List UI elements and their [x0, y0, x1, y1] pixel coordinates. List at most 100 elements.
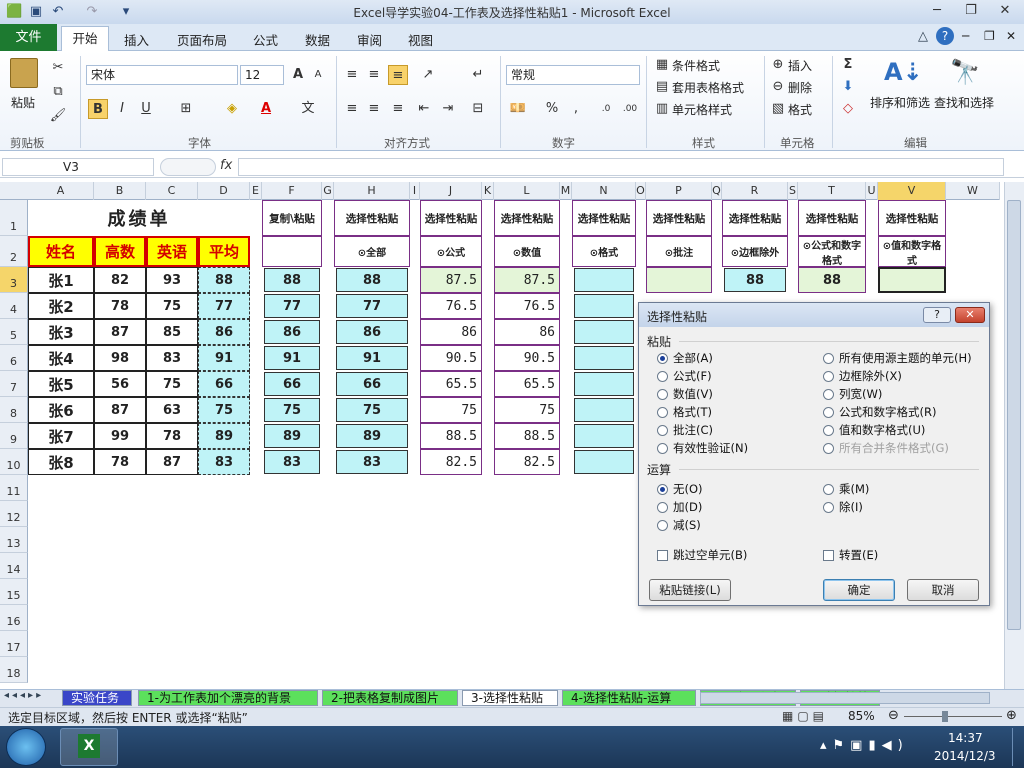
row-header-5[interactable]: 5 [0, 319, 28, 345]
cancel-button[interactable]: 取消 [907, 579, 979, 601]
decrease-decimal-icon[interactable]: .00 [620, 99, 640, 119]
sheet-nav-arrows-icon[interactable]: ◂◂◂▸▸ [4, 690, 44, 701]
increase-decimal-icon[interactable]: .0 [596, 99, 616, 119]
row-header-14[interactable]: 14 [0, 553, 28, 579]
row-header-7[interactable]: 7 [0, 371, 28, 397]
align-middle-icon[interactable]: ≡ [364, 65, 384, 85]
radio-option[interactable]: 公式(F) [657, 367, 748, 385]
format-cells-button[interactable]: 格式 [788, 101, 812, 118]
tab-review[interactable]: 审阅 [357, 30, 382, 49]
radio-button[interactable] [823, 424, 834, 436]
align-bottom-icon[interactable]: ≡ [388, 65, 408, 85]
radio-button[interactable] [823, 442, 834, 454]
merge-center-icon[interactable]: ⊟ [468, 99, 488, 119]
row-header-17[interactable]: 17 [0, 631, 28, 657]
radio-option[interactable]: 公式和数字格式(R) [823, 403, 972, 421]
sheet-tab[interactable]: 实验任务 [62, 690, 132, 706]
radio-option[interactable]: 全部(A) [657, 349, 748, 367]
row-header-16[interactable]: 16 [0, 605, 28, 631]
paste-button[interactable]: 粘贴 [11, 94, 35, 111]
minimize-button[interactable]: ─ [924, 2, 950, 20]
row-header-6[interactable]: 6 [0, 345, 28, 371]
wb-close-button[interactable]: ✕ [1006, 29, 1016, 43]
sheet-tab[interactable]: 2-把表格复制成图片 [322, 690, 458, 706]
font-name-combo[interactable]: 宋体 [86, 65, 238, 85]
row-header-3[interactable]: 3 [0, 267, 28, 293]
row-header-4[interactable]: 4 [0, 293, 28, 319]
tab-formulas[interactable]: 公式 [253, 30, 278, 49]
view-buttons-icon[interactable]: ▦▢▤ [782, 709, 828, 723]
tray-icons[interactable]: ▴⚑▣▮◀) [820, 738, 909, 753]
column-header-v[interactable]: V [878, 182, 946, 200]
radio-button[interactable] [657, 352, 668, 364]
show-desktop-button[interactable] [1012, 728, 1024, 766]
radio-option[interactable]: 列宽(W) [823, 385, 972, 403]
column-header-a[interactable]: A [28, 182, 94, 200]
align-right-icon[interactable]: ≡ [388, 99, 408, 119]
start-button-icon[interactable] [6, 728, 46, 766]
font-size-combo[interactable]: 12 [240, 65, 284, 85]
radio-option[interactable]: 有效性验证(N) [657, 439, 748, 457]
name-box[interactable]: V3 [2, 158, 154, 176]
radio-option[interactable]: 无(O) [657, 480, 703, 498]
formula-input[interactable] [238, 158, 1004, 176]
row-header-13[interactable]: 13 [0, 527, 28, 553]
increase-indent-icon[interactable]: ⇥ [438, 99, 458, 119]
row-header-1[interactable]: 1 [0, 200, 28, 236]
accounting-format-icon[interactable]: 💴 [508, 99, 528, 119]
copy-icon[interactable]: ⧉ [48, 82, 68, 102]
decrease-indent-icon[interactable]: ⇤ [414, 99, 434, 119]
sort-filter-icon[interactable]: A⇣ [884, 58, 923, 86]
cut-icon[interactable]: ✂ [48, 58, 68, 78]
sheet-tab[interactable]: 1-为工作表加个漂亮的背景 [138, 690, 318, 706]
column-header-r[interactable]: R [722, 182, 788, 200]
italic-button[interactable]: I [112, 99, 132, 119]
phonetic-icon[interactable]: 文 [298, 99, 318, 119]
column-header-n[interactable]: N [572, 182, 636, 200]
column-header-s[interactable]: S [788, 182, 798, 200]
column-header-e[interactable]: E [250, 182, 262, 200]
sheet-tab[interactable]: 3-选择性粘贴 [462, 690, 558, 706]
radio-option[interactable]: 乘(M) [823, 480, 869, 498]
column-header-l[interactable]: L [494, 182, 560, 200]
paste-icon[interactable] [10, 58, 38, 88]
fill-color-icon[interactable]: ◈ [222, 99, 242, 119]
border-icon[interactable]: ⊞ [176, 99, 196, 119]
row-header-2[interactable]: 2 [0, 236, 28, 267]
row-header-8[interactable]: 8 [0, 397, 28, 423]
close-button[interactable]: ✕ [992, 2, 1018, 20]
shrink-font-icon[interactable]: A [308, 65, 328, 85]
zoom-slider-thumb[interactable] [942, 711, 948, 722]
radio-button[interactable] [657, 406, 668, 418]
clear-icon[interactable]: ◇ [838, 99, 858, 119]
sort-filter-button[interactable]: 排序和筛选 [870, 94, 930, 111]
radio-option[interactable]: 除(I) [823, 498, 869, 516]
radio-button[interactable] [657, 370, 668, 382]
radio-button[interactable] [657, 388, 668, 400]
column-header-w[interactable]: W [946, 182, 1000, 200]
horizontal-scrollbar[interactable] [700, 692, 990, 704]
paste-link-button[interactable]: 粘贴链接(L) [649, 579, 731, 601]
tab-view[interactable]: 视图 [408, 30, 433, 49]
align-center-icon[interactable]: ≡ [364, 99, 384, 119]
underline-button[interactable]: U [136, 99, 156, 119]
radio-button[interactable] [823, 388, 834, 400]
row-header-18[interactable]: 18 [0, 657, 28, 683]
column-header-b[interactable]: B [94, 182, 146, 200]
active-cell-v3[interactable] [878, 267, 946, 293]
zoom-in-icon[interactable]: ⊕ [1006, 708, 1017, 723]
tab-data[interactable]: 数据 [305, 30, 330, 49]
align-left-icon[interactable]: ≡ [342, 99, 362, 119]
find-select-icon[interactable]: 🔭 [950, 58, 980, 86]
radio-button[interactable] [657, 501, 668, 513]
column-header-d[interactable]: D [198, 182, 250, 200]
radio-option[interactable]: 加(D) [657, 498, 703, 516]
radio-button[interactable] [657, 424, 668, 436]
restore-button[interactable]: ❐ [958, 2, 984, 20]
transpose-checkbox[interactable]: 转置(E) [823, 547, 878, 563]
radio-option[interactable]: 数值(V) [657, 385, 748, 403]
column-header-o[interactable]: O [636, 182, 646, 200]
row-header-11[interactable]: 11 [0, 475, 28, 501]
grow-font-icon[interactable]: A [288, 65, 308, 85]
column-header-c[interactable]: C [146, 182, 198, 200]
